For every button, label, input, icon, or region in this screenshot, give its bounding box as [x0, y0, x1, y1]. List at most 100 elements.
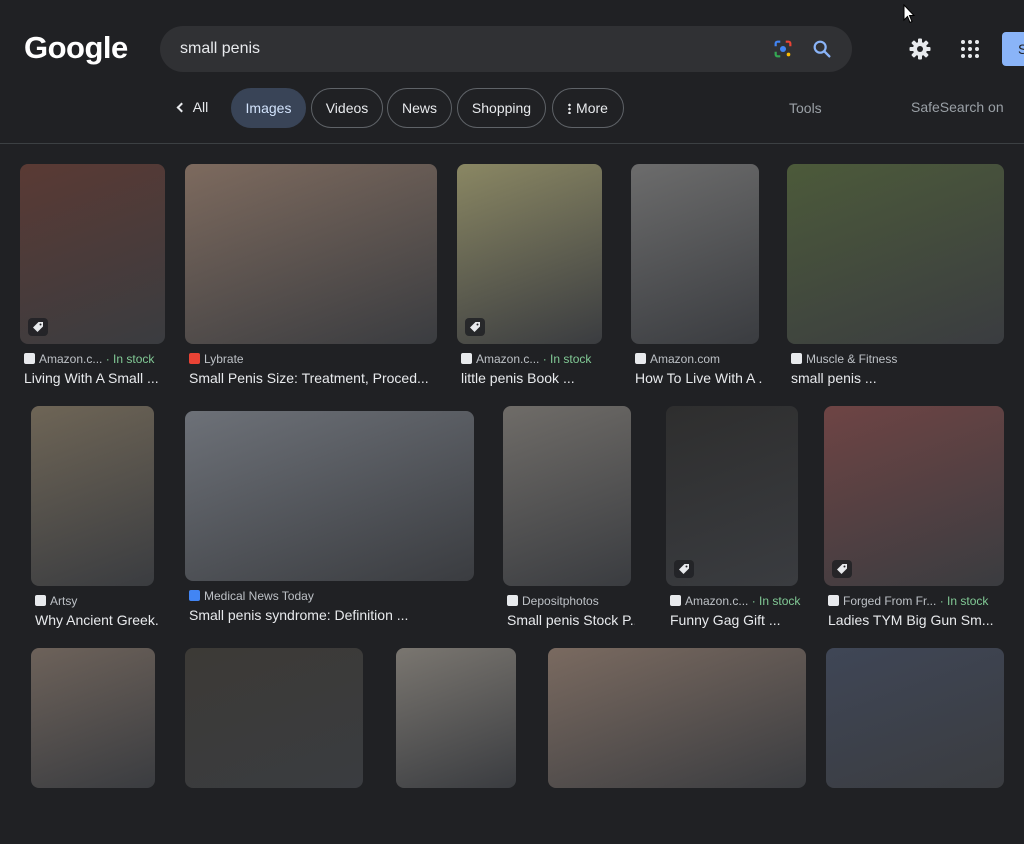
- site-favicon-icon: [24, 353, 35, 364]
- tab-label: Shopping: [471, 100, 532, 116]
- image-result[interactable]: Lybrate Small Penis Size: Treatment, Proc…: [185, 164, 437, 400]
- image-result[interactable]: Medical News Today Small penis syndrome: …: [185, 411, 474, 637]
- tab-shopping[interactable]: Shopping: [457, 88, 546, 128]
- image-result[interactable]: [548, 648, 806, 844]
- chevron-left-icon: [176, 102, 187, 113]
- lens-icon[interactable]: [772, 38, 794, 60]
- result-source[interactable]: Artsy: [35, 594, 158, 608]
- price-tag-icon: [674, 560, 694, 578]
- source-name: Muscle & Fitness: [806, 352, 898, 366]
- tab-more[interactable]: More: [552, 88, 624, 128]
- image-result[interactable]: Amazon.c... · In stock Funny Gag Gift ...: [666, 406, 800, 642]
- result-title[interactable]: Funny Gag Gift ...: [670, 612, 802, 628]
- sign-in-button[interactable]: S: [1002, 32, 1024, 66]
- site-favicon-icon: [189, 590, 200, 601]
- search-input[interactable]: small penis: [180, 40, 260, 58]
- tools-button[interactable]: Tools: [789, 100, 822, 116]
- result-thumbnail[interactable]: [666, 406, 798, 586]
- image-result[interactable]: Amazon.com How To Live With A ...: [631, 164, 763, 400]
- result-thumbnail[interactable]: [631, 164, 759, 344]
- tab-label: More: [576, 100, 608, 116]
- source-name: Depositphotos: [522, 594, 599, 608]
- mouse-cursor-icon: [903, 4, 915, 24]
- in-stock-label: · In stock: [102, 352, 155, 366]
- source-name: Amazon.c...: [685, 594, 749, 608]
- price-tag-icon: [28, 318, 48, 336]
- source-name: Amazon.c...: [39, 352, 103, 366]
- tab-label: Videos: [325, 100, 369, 116]
- image-result[interactable]: Forged From Fr... · In stock Ladies TYM B…: [824, 406, 1004, 642]
- tab-images[interactable]: Images: [231, 88, 306, 128]
- result-thumbnail[interactable]: [824, 406, 1004, 586]
- image-result[interactable]: [31, 648, 155, 844]
- result-thumbnail[interactable]: [185, 648, 363, 788]
- result-title[interactable]: Small penis Stock P...: [507, 612, 635, 628]
- result-title[interactable]: Why Ancient Greek...: [35, 612, 158, 628]
- tab-news[interactable]: News: [387, 88, 452, 128]
- result-source[interactable]: Amazon.com: [635, 352, 763, 366]
- apps-grid-icon[interactable]: [958, 37, 982, 61]
- result-source[interactable]: Lybrate: [189, 352, 441, 366]
- search-bar[interactable]: small penis: [160, 26, 852, 72]
- site-favicon-icon: [189, 353, 200, 364]
- image-result[interactable]: Artsy Why Ancient Greek...: [31, 406, 158, 642]
- in-stock-label: · In stock: [936, 594, 989, 608]
- result-thumbnail[interactable]: [548, 648, 806, 788]
- tab-all[interactable]: All: [168, 88, 218, 128]
- source-name: Amazon.c...: [476, 352, 540, 366]
- image-result[interactable]: Amazon.c... · In stock little penis Book …: [457, 164, 602, 400]
- result-thumbnail[interactable]: [787, 164, 1004, 344]
- result-thumbnail[interactable]: [457, 164, 602, 344]
- result-title[interactable]: Small Penis Size: Treatment, Proced...: [189, 370, 441, 386]
- result-title[interactable]: How To Live With A ...: [635, 370, 763, 386]
- image-result[interactable]: [185, 648, 363, 844]
- result-title[interactable]: Ladies TYM Big Gun Sm...: [828, 612, 1008, 628]
- result-title[interactable]: little penis Book ...: [461, 370, 606, 386]
- source-name: Artsy: [50, 594, 78, 608]
- site-favicon-icon: [670, 595, 681, 606]
- result-thumbnail[interactable]: [185, 164, 437, 344]
- result-title[interactable]: Small penis syndrome: Definition ...: [189, 607, 478, 623]
- header: Google small penis S All Images Videos N…: [0, 0, 1024, 144]
- source-name: Forged From Fr...: [843, 594, 937, 608]
- image-result[interactable]: [396, 648, 516, 844]
- source-name: Amazon.com: [650, 352, 721, 366]
- image-result[interactable]: [826, 648, 1004, 844]
- tab-label: News: [401, 100, 437, 116]
- source-name: Lybrate: [204, 352, 244, 366]
- more-vertical-icon: [568, 103, 572, 114]
- gear-icon[interactable]: [908, 37, 932, 61]
- result-thumbnail[interactable]: [31, 406, 154, 586]
- search-icon[interactable]: [811, 38, 833, 60]
- result-thumbnail[interactable]: [396, 648, 516, 788]
- result-title[interactable]: Living With A Small ...: [24, 370, 169, 386]
- site-favicon-icon: [635, 353, 646, 364]
- image-result[interactable]: Depositphotos Small penis Stock P...: [503, 406, 635, 642]
- result-thumbnail[interactable]: [185, 411, 474, 581]
- tab-videos[interactable]: Videos: [311, 88, 383, 128]
- search-tabs: All Images Videos News Shopping More Too…: [0, 88, 1024, 128]
- result-source[interactable]: Forged From Fr... · In stock: [828, 594, 1008, 608]
- result-thumbnail[interactable]: [31, 648, 155, 788]
- result-source[interactable]: Medical News Today: [189, 589, 478, 603]
- in-stock-label: · In stock: [748, 594, 801, 608]
- result-source[interactable]: Depositphotos: [507, 594, 635, 608]
- safesearch-toggle[interactable]: SafeSearch on: [911, 99, 1004, 115]
- result-source[interactable]: Amazon.c... · In stock: [670, 594, 802, 608]
- result-source[interactable]: Muscle & Fitness: [791, 352, 1008, 366]
- image-result[interactable]: Amazon.c... · In stock Living With A Smal…: [20, 164, 165, 400]
- result-source[interactable]: Amazon.c... · In stock: [461, 352, 606, 366]
- site-favicon-icon: [507, 595, 518, 606]
- image-result[interactable]: Muscle & Fitness small penis ...: [787, 164, 1004, 400]
- result-thumbnail[interactable]: [503, 406, 631, 586]
- site-favicon-icon: [791, 353, 802, 364]
- result-thumbnail[interactable]: [20, 164, 165, 344]
- google-logo[interactable]: Google: [24, 30, 128, 66]
- tab-label: All: [192, 99, 209, 115]
- site-favicon-icon: [461, 353, 472, 364]
- result-thumbnail[interactable]: [826, 648, 1004, 788]
- tab-label: Images: [245, 100, 292, 116]
- result-source[interactable]: Amazon.c... · In stock: [24, 352, 169, 366]
- site-favicon-icon: [35, 595, 46, 606]
- result-title[interactable]: small penis ...: [791, 370, 1008, 386]
